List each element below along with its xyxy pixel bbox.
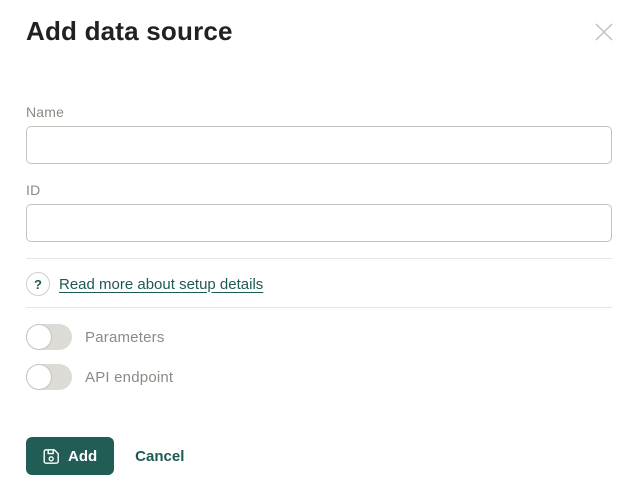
- divider-top: [26, 258, 612, 259]
- api-endpoint-toggle[interactable]: [26, 364, 72, 390]
- dialog-header: Add data source: [26, 14, 612, 48]
- help-row: ? Read more about setup details: [26, 272, 612, 296]
- save-icon: [43, 448, 60, 465]
- page-title: Add data source: [26, 14, 233, 48]
- parameters-toggle[interactable]: [26, 324, 72, 350]
- api-endpoint-toggle-row: API endpoint: [26, 364, 612, 390]
- name-input[interactable]: [26, 126, 612, 164]
- parameters-toggle-label: Parameters: [85, 329, 165, 346]
- add-data-source-dialog: Add data source Name ID ? Read more abou…: [0, 0, 644, 493]
- toggle-knob: [26, 364, 52, 390]
- toggle-knob: [26, 324, 52, 350]
- name-field-label: Name: [26, 103, 612, 121]
- close-icon: [593, 21, 615, 43]
- dialog-actions: Add Cancel: [26, 437, 612, 475]
- api-endpoint-toggle-label: API endpoint: [85, 369, 173, 386]
- close-button[interactable]: [592, 20, 616, 44]
- help-question-icon: ?: [26, 272, 50, 296]
- id-field-label: ID: [26, 181, 612, 199]
- parameters-toggle-row: Parameters: [26, 324, 612, 350]
- add-button-label: Add: [68, 448, 97, 465]
- cancel-button[interactable]: Cancel: [135, 448, 184, 465]
- setup-details-link[interactable]: Read more about setup details: [59, 276, 263, 293]
- add-button[interactable]: Add: [26, 437, 114, 475]
- id-input[interactable]: [26, 204, 612, 242]
- divider-bottom: [26, 307, 612, 308]
